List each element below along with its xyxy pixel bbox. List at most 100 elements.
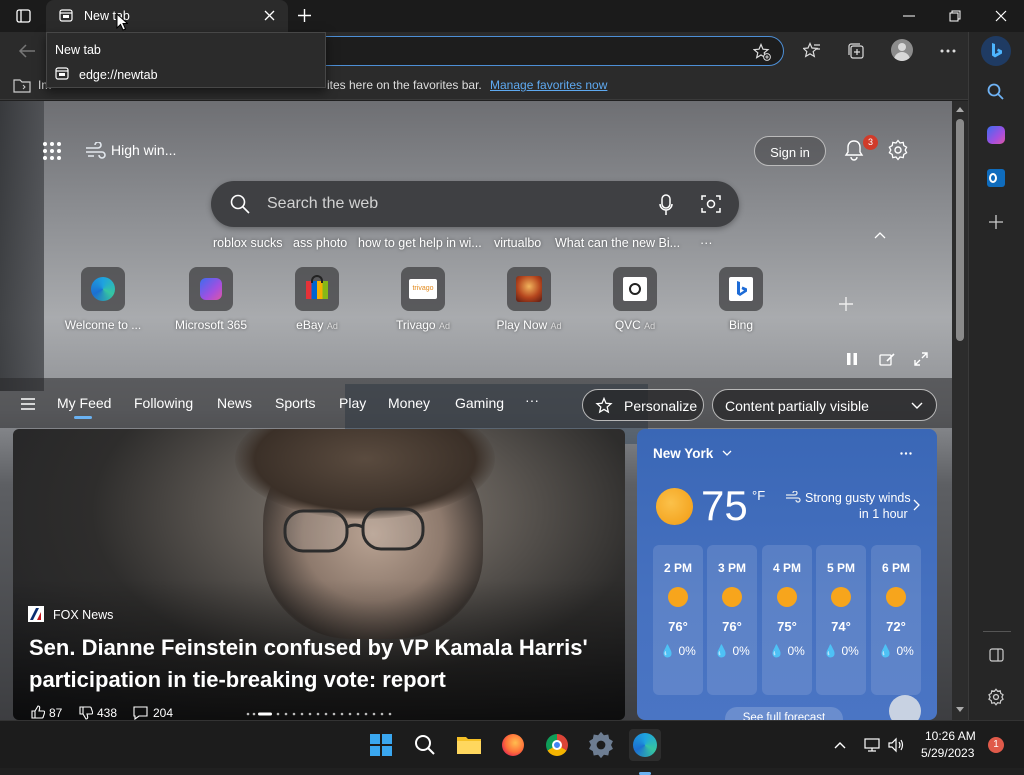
weather-location[interactable]: New York bbox=[653, 446, 713, 461]
chrome-icon[interactable] bbox=[541, 729, 573, 761]
tab-following[interactable]: Following bbox=[134, 395, 193, 411]
chevron-right-icon[interactable] bbox=[913, 499, 920, 511]
settings-gear-icon[interactable] bbox=[887, 139, 909, 161]
page-scrollbar[interactable] bbox=[952, 101, 968, 720]
outlook-icon[interactable] bbox=[987, 169, 1005, 187]
clock-time[interactable]: 10:26 AM bbox=[925, 729, 976, 743]
profile-avatar[interactable] bbox=[891, 39, 913, 61]
settings-app-icon[interactable] bbox=[585, 729, 617, 761]
edit-background-icon[interactable] bbox=[879, 352, 895, 366]
manage-favorites-link[interactable]: Manage favorites now bbox=[490, 78, 607, 92]
active-tab-indicator bbox=[74, 416, 92, 419]
hourly-forecast-item[interactable]: 4 PM 75° 💧 0% bbox=[762, 545, 812, 695]
sign-in-button[interactable]: Sign in bbox=[754, 136, 826, 166]
quick-link[interactable]: Play Now Ad bbox=[484, 267, 574, 332]
collections-icon[interactable] bbox=[847, 42, 865, 60]
edge-taskbar-icon[interactable] bbox=[629, 729, 661, 775]
news-card[interactable]: FOX News Sen. Dianne Feinstein confused … bbox=[13, 429, 625, 720]
hamburger-menu-icon[interactable] bbox=[21, 398, 35, 410]
comment-icon[interactable] bbox=[133, 706, 148, 720]
volume-icon[interactable] bbox=[888, 737, 904, 753]
ad-label: Ad bbox=[438, 321, 450, 331]
weather-alert-line1[interactable]: Strong gusty winds bbox=[805, 491, 911, 505]
scroll-thumb[interactable] bbox=[956, 119, 964, 341]
news-source[interactable]: FOX News bbox=[53, 608, 113, 622]
weather-assistant-icon[interactable] bbox=[889, 695, 921, 720]
microsoft-365-icon[interactable] bbox=[987, 126, 1005, 144]
app-launcher-icon[interactable] bbox=[42, 141, 62, 161]
trending-search[interactable]: What can the new Bi... bbox=[555, 236, 680, 250]
favorites-icon[interactable] bbox=[803, 42, 821, 60]
personalize-button[interactable]: Personalize bbox=[582, 389, 704, 421]
tab-new-tab[interactable]: New tab bbox=[46, 0, 288, 32]
news-headline[interactable]: Sen. Dianne Feinstein confused by VP Kam… bbox=[29, 632, 619, 696]
more-tabs-button[interactable]: ··· bbox=[525, 392, 539, 408]
tab-news[interactable]: News bbox=[217, 395, 252, 411]
content-visibility-dropdown[interactable]: Content partially visible bbox=[712, 389, 937, 421]
trending-search[interactable]: roblox sucks bbox=[213, 236, 282, 250]
visual-search-icon[interactable] bbox=[701, 194, 721, 214]
quick-link[interactable]: eBay Ad bbox=[272, 267, 362, 332]
carousel-pagination[interactable] bbox=[246, 712, 396, 716]
hide-sidebar-icon[interactable] bbox=[989, 648, 1004, 662]
quick-link[interactable]: Bing bbox=[696, 267, 786, 332]
bing-chat-icon[interactable] bbox=[981, 36, 1011, 66]
tab-sports[interactable]: Sports bbox=[275, 395, 315, 411]
web-search-box[interactable]: Search the web bbox=[211, 181, 739, 227]
pause-background-icon[interactable] bbox=[846, 353, 858, 365]
tab-money[interactable]: Money bbox=[388, 395, 430, 411]
close-tab-icon[interactable] bbox=[264, 10, 275, 21]
quick-link[interactable]: Microsoft 365 bbox=[166, 267, 256, 332]
minimize-button[interactable] bbox=[903, 15, 915, 17]
weather-card[interactable]: New York 75 °F Strong gusty winds in 1 h… bbox=[637, 429, 937, 720]
more-trending-button[interactable]: ··· bbox=[700, 236, 713, 250]
more-options-icon[interactable] bbox=[940, 49, 956, 53]
chevron-down-icon[interactable] bbox=[722, 450, 732, 457]
clock-date[interactable]: 5/29/2023 bbox=[921, 746, 974, 760]
notification-center-badge[interactable]: 1 bbox=[988, 737, 1004, 753]
sidebar-settings-icon[interactable] bbox=[987, 688, 1005, 706]
add-sidebar-app-icon[interactable] bbox=[989, 215, 1003, 229]
start-windows-icon[interactable] bbox=[365, 729, 397, 761]
trending-search[interactable]: how to get help in wi... bbox=[358, 236, 482, 250]
microphone-icon[interactable] bbox=[659, 194, 673, 216]
hourly-forecast-item[interactable]: 6 PM 72° 💧 0% bbox=[871, 545, 921, 695]
weather-more-icon[interactable] bbox=[900, 452, 912, 455]
hourly-forecast-item[interactable]: 3 PM 76° 💧 0% bbox=[707, 545, 757, 695]
tab-actions-icon[interactable] bbox=[16, 9, 31, 23]
thumbs-up-icon[interactable] bbox=[31, 705, 45, 719]
tab-play[interactable]: Play bbox=[339, 395, 366, 411]
trending-search[interactable]: virtualbo bbox=[494, 236, 541, 250]
expand-background-icon[interactable] bbox=[914, 352, 928, 366]
weather-summary[interactable]: High win... bbox=[111, 142, 176, 158]
network-icon[interactable] bbox=[864, 737, 880, 753]
hourly-forecast-item[interactable]: 2 PM 76° 💧 0% bbox=[653, 545, 703, 695]
hourly-forecast-item[interactable]: 5 PM 74° 💧 0% bbox=[816, 545, 866, 695]
taskbar-search-icon[interactable] bbox=[409, 729, 441, 761]
search-icon[interactable] bbox=[987, 83, 1005, 101]
notifications-bell-icon[interactable] bbox=[843, 139, 865, 161]
back-icon[interactable] bbox=[18, 43, 36, 59]
trending-search[interactable]: ass photo bbox=[293, 236, 347, 250]
thumbs-down-icon[interactable] bbox=[79, 706, 93, 720]
weather-alert-line2[interactable]: in 1 hour bbox=[859, 507, 908, 521]
file-explorer-icon[interactable] bbox=[453, 729, 485, 761]
firefox-icon[interactable] bbox=[497, 729, 529, 761]
scroll-up-icon[interactable] bbox=[956, 107, 964, 112]
search-input[interactable]: Search the web bbox=[267, 195, 378, 213]
add-favorite-icon[interactable] bbox=[753, 43, 771, 61]
quick-link[interactable]: Welcome to ... bbox=[58, 267, 148, 332]
add-quick-link-icon[interactable] bbox=[838, 296, 854, 312]
collapse-chevron-icon[interactable] bbox=[874, 231, 886, 239]
quick-link[interactable]: QVC Ad bbox=[590, 267, 680, 332]
full-forecast-button[interactable]: See full forecast bbox=[725, 707, 843, 720]
new-tab-button[interactable] bbox=[297, 8, 312, 23]
show-hidden-icons-chevron-icon[interactable] bbox=[834, 741, 846, 749]
tab-my-feed[interactable]: My Feed bbox=[57, 395, 111, 411]
temperature-unit[interactable]: °F bbox=[752, 488, 765, 503]
tab-gaming[interactable]: Gaming bbox=[455, 395, 504, 411]
quick-link[interactable]: trivago Trivago Ad bbox=[378, 267, 468, 332]
close-window-button[interactable] bbox=[995, 10, 1007, 22]
scroll-down-icon[interactable] bbox=[956, 707, 964, 712]
restore-button[interactable] bbox=[949, 10, 961, 22]
